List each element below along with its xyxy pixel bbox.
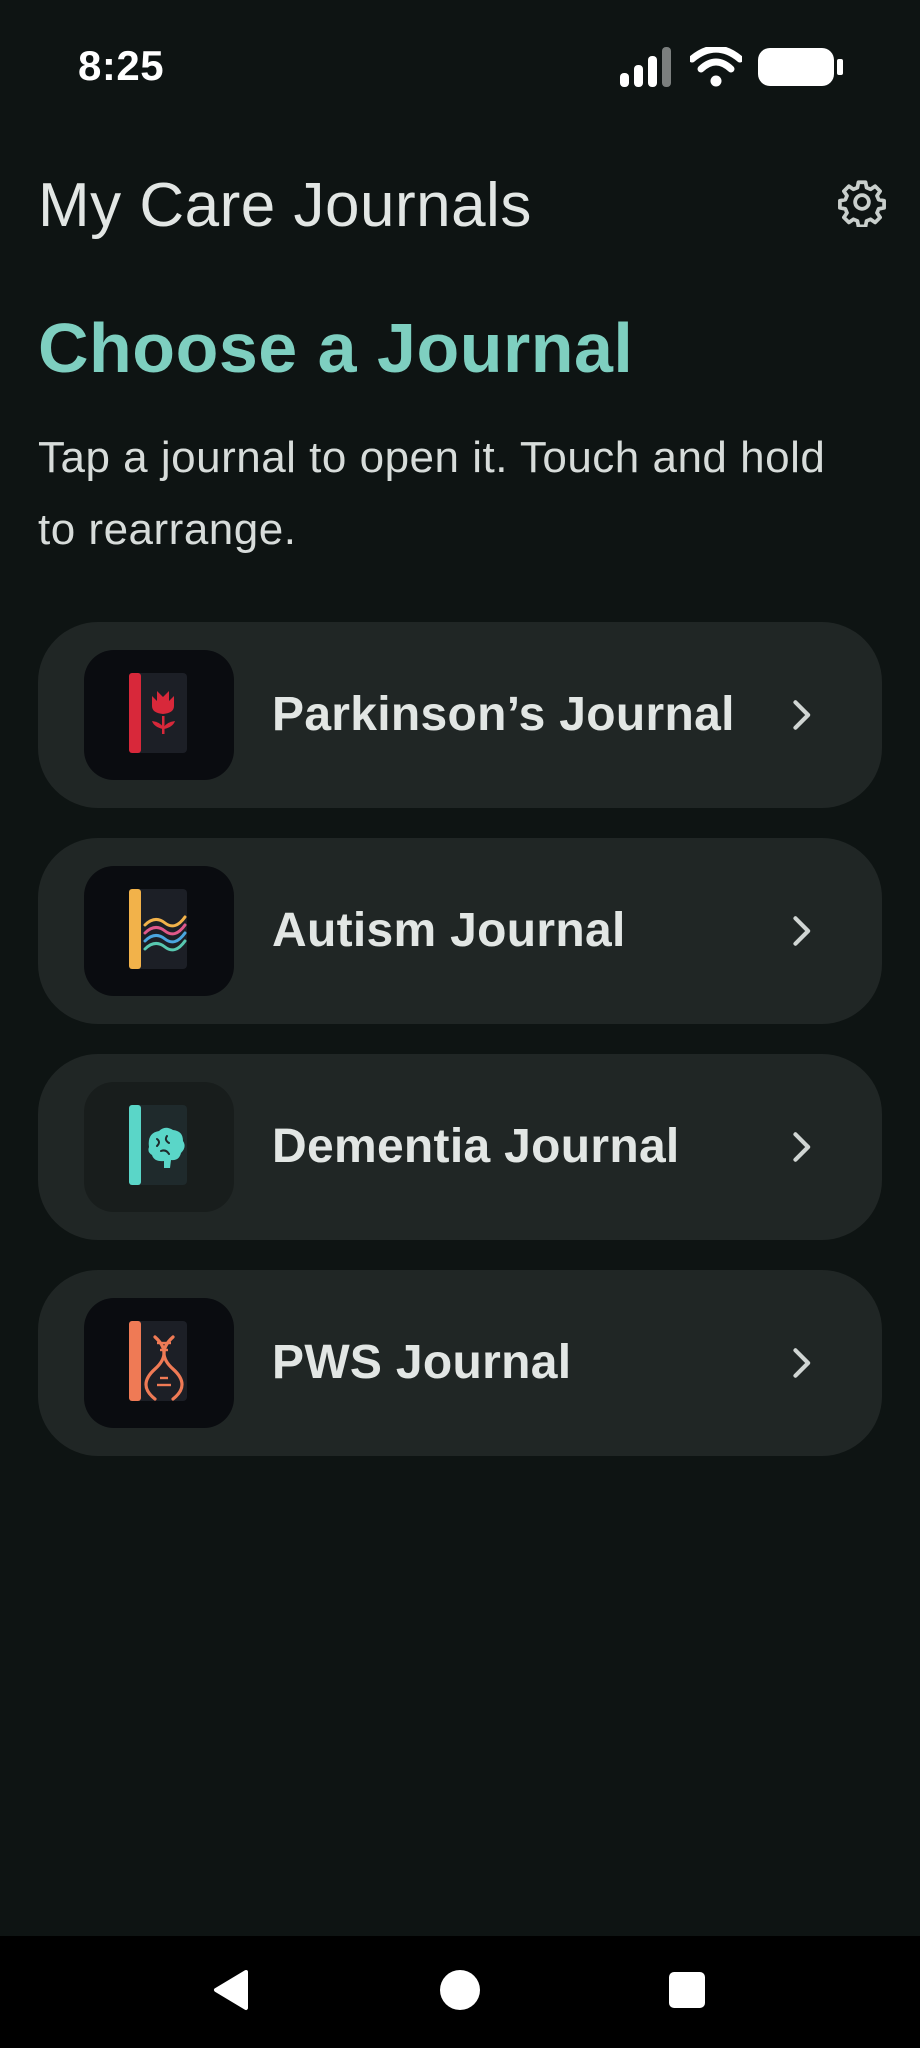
journal-thumbnail	[84, 1082, 234, 1212]
journal-label: Parkinson’s Journal	[272, 688, 735, 741]
nav-recents-button[interactable]	[661, 1966, 713, 2018]
section-description: Tap a journal to open it. Touch and hold…	[38, 433, 826, 554]
journal-label: Dementia Journal	[272, 1120, 680, 1173]
tulip-book-icon	[127, 671, 191, 760]
gear-icon	[837, 177, 887, 232]
nav-back-button[interactable]	[206, 1966, 258, 2018]
nav-home-button[interactable]	[434, 1966, 486, 2018]
journal-thumbnail	[84, 650, 234, 780]
system-nav-bar	[0, 1936, 920, 2048]
back-triangle-icon	[210, 1968, 254, 2017]
status-time: 8:25	[78, 42, 165, 89]
wifi-icon	[688, 45, 744, 92]
battery-icon	[758, 46, 844, 93]
journal-card-dementia[interactable]: Dementia Journal	[38, 1054, 882, 1240]
chevron-right-icon	[782, 1128, 820, 1166]
journal-thumbnail	[84, 1298, 234, 1428]
chevron-right-icon	[782, 696, 820, 734]
page-title: My Care Journals	[38, 171, 532, 240]
status-bar: 8:25	[0, 0, 920, 140]
journal-card-parkinsons[interactable]: Parkinson’s Journal	[38, 622, 882, 808]
home-circle-icon	[438, 1968, 482, 2017]
dna-book-icon	[127, 1319, 191, 1408]
waves-book-icon	[127, 887, 191, 976]
journal-card-autism[interactable]: Autism Journal	[38, 838, 882, 1024]
chevron-right-icon	[782, 912, 820, 950]
recents-square-icon	[667, 1970, 707, 2015]
journal-thumbnail	[84, 866, 234, 996]
journal-label: PWS Journal	[272, 1336, 572, 1389]
journal-label: Autism Journal	[272, 904, 626, 957]
cellular-signal-icon	[618, 47, 674, 92]
section-heading: Choose a Journal	[38, 309, 634, 387]
journal-list: Parkinson’s Journal Autism Journal Demen…	[38, 622, 882, 1486]
status-icons	[618, 45, 844, 93]
brain-book-icon	[127, 1103, 191, 1192]
chevron-right-icon	[782, 1344, 820, 1382]
screen: 8:25 My Care Journals Choose a Journal T…	[0, 0, 920, 2048]
settings-button[interactable]	[834, 176, 890, 232]
journal-card-pws[interactable]: PWS Journal	[38, 1270, 882, 1456]
app-header: My Care Journals	[0, 160, 920, 250]
